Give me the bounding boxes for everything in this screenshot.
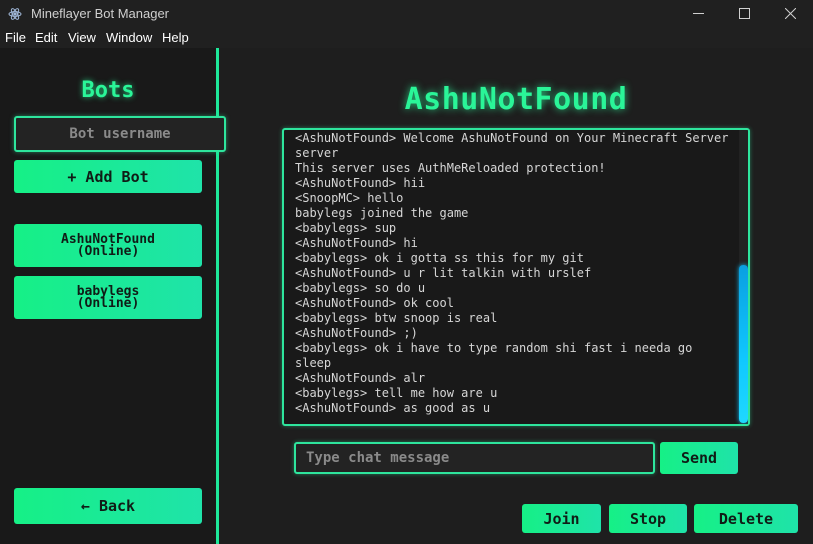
stop-button[interactable]: Stop <box>609 504 687 533</box>
menu-help[interactable]: Help <box>162 30 189 45</box>
chat-line: <AshuNotFound> ok cool <box>295 296 454 310</box>
chat-line: This server uses AuthMeReloaded protecti… <box>295 161 606 175</box>
window-title: Mineflayer Bot Manager <box>31 6 170 21</box>
chat-line: <babylegs> tell me how are u <box>295 386 498 400</box>
minimize-icon <box>692 4 704 23</box>
chat-line: <AshuNotFound> alr <box>295 371 426 385</box>
bots-heading: Bots <box>81 78 135 103</box>
chat-scrollbar-thumb[interactable] <box>739 265 748 423</box>
selected-bot-title: AshuNotFound <box>404 82 628 117</box>
maximize-button[interactable] <box>721 0 767 27</box>
chat-lines: <AshuNotFound> Welcome AshuNotFound on Y… <box>295 131 735 416</box>
menu-file[interactable]: File <box>5 30 26 45</box>
chat-line: <babylegs> ok i have to type random shi … <box>295 341 700 370</box>
menu-window[interactable]: Window <box>106 30 152 45</box>
add-bot-button[interactable]: + Add Bot <box>14 160 202 193</box>
chat-line: <AshuNotFound> as good as u <box>295 401 491 415</box>
bot-list-item-babylegs[interactable]: babylegs (Online) <box>14 276 202 319</box>
electron-app-icon <box>8 6 22 20</box>
chat-message-input[interactable] <box>294 442 655 474</box>
menu-edit[interactable]: Edit <box>35 30 57 45</box>
chat-line: <AshuNotFound> hi <box>295 236 418 250</box>
maximize-icon <box>738 4 750 23</box>
join-button[interactable]: Join <box>522 504 601 533</box>
chat-line: <babylegs> so do u <box>295 281 426 295</box>
chat-line: <AshuNotFound> Welcome AshuNotFound on Y… <box>295 131 736 160</box>
close-button[interactable] <box>767 0 813 27</box>
menu-view[interactable]: View <box>68 30 96 45</box>
title-bar: Mineflayer Bot Manager <box>0 0 813 27</box>
send-button[interactable]: Send <box>660 442 738 474</box>
bot-status: (Online) <box>76 295 140 311</box>
close-icon <box>784 4 796 23</box>
bot-username-input[interactable] <box>14 116 226 152</box>
chat-line: <AshuNotFound> hii <box>295 176 426 190</box>
back-button[interactable]: ← Back <box>14 488 202 524</box>
chat-log[interactable]: <AshuNotFound> Welcome AshuNotFound on Y… <box>282 128 750 426</box>
chat-line: <babylegs> btw snoop is real <box>295 311 498 325</box>
chat-line: <SnoopMC> hello <box>295 191 404 205</box>
delete-button[interactable]: Delete <box>694 504 798 533</box>
minimize-button[interactable] <box>675 0 721 27</box>
chat-line: <AshuNotFound> u r lit talkin with ursle… <box>295 266 592 280</box>
bot-status: (Online) <box>76 243 140 259</box>
chat-line: babylegs joined the game <box>295 206 469 220</box>
bot-list-item-ashunotfound[interactable]: AshuNotFound (Online) <box>14 224 202 267</box>
menu-bar: File Edit View Window Help <box>0 27 813 48</box>
chat-line: <AshuNotFound> ;) <box>295 326 418 340</box>
chat-line: <babylegs> ok i gotta ss this for my git <box>295 251 584 265</box>
chat-line: <babylegs> sup <box>295 221 397 235</box>
